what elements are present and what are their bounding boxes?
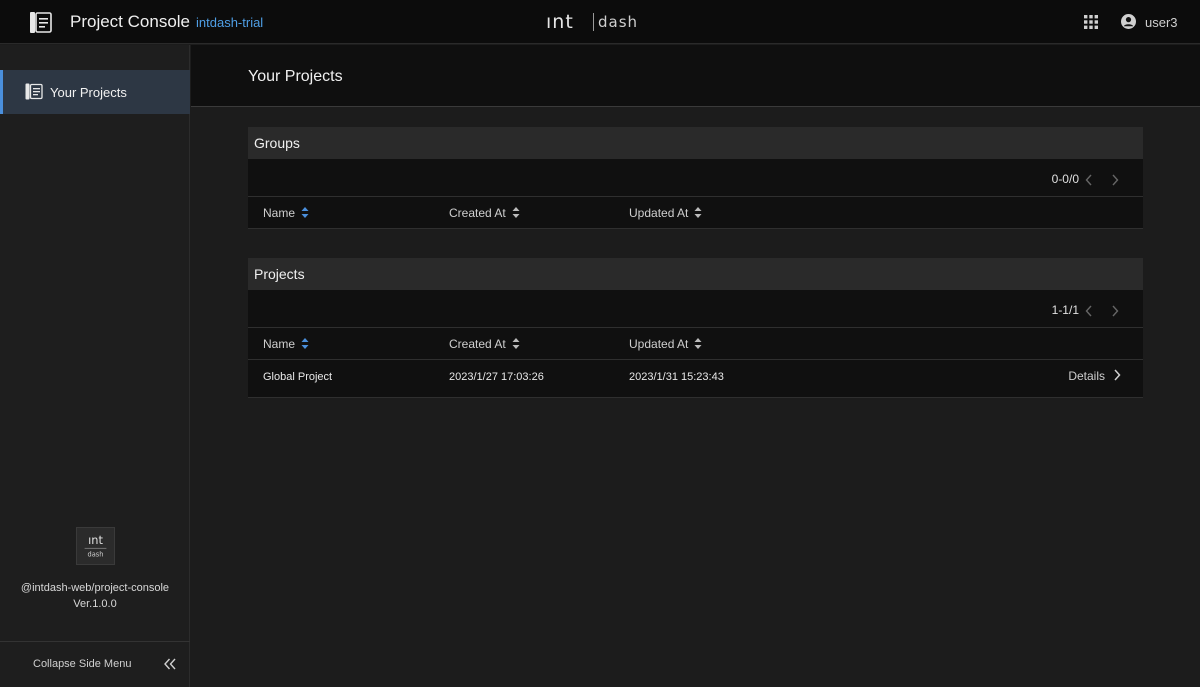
groups-pagination: 0-0/0: [1009, 171, 1129, 189]
main-content: Your Projects Groups 0-0/0 Name Created …: [191, 45, 1200, 687]
page-title: Your Projects: [248, 68, 343, 85]
projects-title: Projects: [254, 266, 305, 282]
side-logo-bottom-text: dash: [88, 550, 104, 558]
sort-icon: [512, 207, 520, 218]
side-logo-top-text: ınt: [88, 533, 103, 547]
sort-icon: [694, 338, 702, 349]
brand-left-text: ınt: [546, 11, 574, 33]
table-divider: [248, 359, 1143, 360]
package-version: Ver.1.0.0: [73, 598, 117, 610]
chevron-right-icon[interactable]: [1110, 173, 1120, 187]
sort-icon: [301, 338, 309, 349]
document-list-icon: [25, 83, 43, 100]
project-console-icon: [29, 11, 53, 34]
groups-col-updated-at[interactable]: Updated At: [629, 206, 702, 220]
user-avatar-icon[interactable]: [1121, 14, 1136, 29]
groups-page-range: 0-0/0: [1051, 172, 1079, 186]
chevron-right-icon[interactable]: [1110, 304, 1120, 318]
sidebar-divider: [0, 641, 190, 642]
side-menu: Your Projects ınt dash @intdash-web/proj…: [0, 45, 190, 687]
chevron-right-icon: [1114, 369, 1121, 381]
table-divider: [248, 196, 1143, 197]
intdash-small-logo: ınt dash: [76, 527, 115, 565]
package-name: @intdash-web/project-console: [20, 582, 170, 594]
table-divider: [248, 327, 1143, 328]
projects-col-created-at[interactable]: Created At: [449, 337, 520, 351]
intdash-logo: ınt dash: [546, 11, 638, 33]
projects-panel-header: Projects: [248, 258, 1143, 290]
groups-col-name[interactable]: Name: [263, 206, 309, 220]
groups-col-created-at[interactable]: Created At: [449, 206, 520, 220]
project-name: Global Project: [263, 371, 333, 383]
projects-panel: Projects 1-1/1 Name Created At Updated A…: [248, 258, 1143, 398]
groups-title: Groups: [254, 135, 300, 151]
projects-pagination: 1-1/1: [1009, 302, 1129, 320]
user-name[interactable]: user3: [1145, 15, 1178, 30]
project-updated-at: 2023/1/31 15:23:43: [629, 371, 724, 383]
top-app-bar: Project Console intdash-trial ınt dash u…: [0, 0, 1200, 44]
page-header: Your Projects: [191, 45, 1200, 107]
groups-panel-header: Groups: [248, 127, 1143, 159]
details-button[interactable]: Details: [1068, 369, 1121, 383]
projects-page-range: 1-1/1: [1051, 303, 1079, 317]
sidebar-item-label: Your Projects: [50, 85, 127, 100]
sort-icon: [512, 338, 520, 349]
apps-grid-icon[interactable]: [1084, 15, 1098, 29]
app-title: Project Console: [70, 12, 191, 31]
projects-col-updated-at[interactable]: Updated At: [629, 337, 702, 351]
sidebar-item-your-projects[interactable]: Your Projects: [0, 70, 190, 114]
sort-icon: [694, 207, 702, 218]
collapse-side-menu-button[interactable]: Collapse Side Menu: [33, 658, 131, 670]
chevron-left-icon[interactable]: [1084, 304, 1094, 318]
sort-icon: [301, 207, 309, 218]
chevron-left-icon[interactable]: [1084, 173, 1094, 187]
double-chevron-left-icon[interactable]: [162, 657, 178, 671]
projects-col-name[interactable]: Name: [263, 337, 309, 351]
brand-right-text: dash: [598, 13, 638, 31]
tenant-link[interactable]: intdash-trial: [196, 15, 263, 30]
groups-panel: Groups 0-0/0 Name Created At Updated At: [248, 127, 1143, 229]
project-created-at: 2023/1/27 17:03:26: [449, 371, 544, 383]
table-divider: [248, 228, 1143, 229]
table-divider: [248, 397, 1143, 398]
